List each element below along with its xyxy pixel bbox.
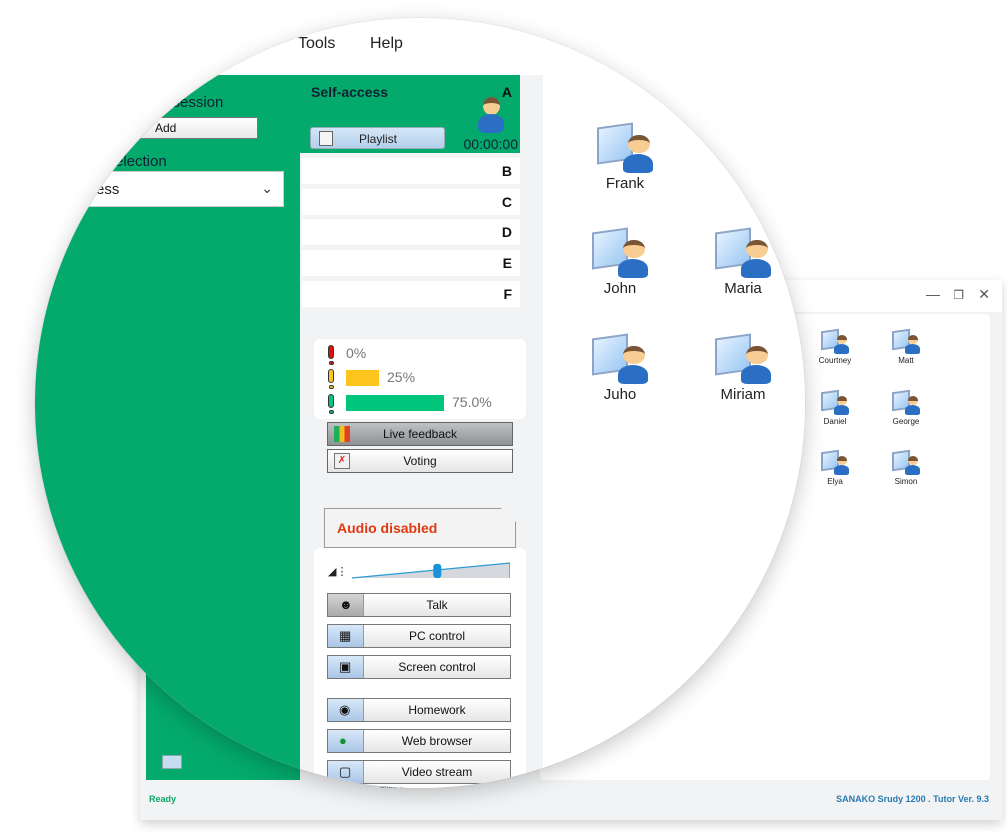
screen-control-button[interactable]: ▣ Screen control xyxy=(327,655,511,679)
student-frank[interactable]: Frank xyxy=(580,122,670,192)
menu-tools[interactable]: Tools xyxy=(298,35,335,53)
menu-help[interactable]: Help xyxy=(370,35,403,53)
voting-button[interactable]: ✗ Voting xyxy=(327,449,513,473)
student-computer-icon xyxy=(592,333,648,384)
feedback-percent: 75.0% xyxy=(452,394,492,410)
selection-dropdown[interactable]: ccess ⌄ xyxy=(40,171,284,207)
voting-icon: ✗ xyxy=(334,453,350,469)
backpack-icon: ◉ xyxy=(339,702,351,717)
exclamation-red-icon xyxy=(328,345,334,359)
version-label: SANAKO Srudy 1200 . Tutor Ver. 9.3 xyxy=(836,794,989,804)
user-avatar-icon xyxy=(476,97,506,135)
student-computer-icon xyxy=(821,389,849,415)
homework-button[interactable]: ◉ Homework xyxy=(327,698,511,722)
monitor-icon: ▣ xyxy=(339,659,352,674)
channel-a-title: Self-access xyxy=(311,84,389,100)
feedback-percent: 25% xyxy=(387,369,416,385)
pc-control-icon: ▦ xyxy=(339,628,352,643)
playlist-label: Playlist xyxy=(359,132,398,146)
status-ready: Ready xyxy=(149,794,177,804)
student-computer-icon xyxy=(592,227,648,278)
volume-slider[interactable] xyxy=(352,562,510,579)
channel-e[interactable]: E xyxy=(302,250,520,276)
speaker-icon: ◢⋮ xyxy=(328,566,348,578)
talk-button[interactable]: ☻ Talk xyxy=(327,593,511,617)
exclamation-green-icon xyxy=(328,394,334,408)
feedback-bar xyxy=(346,395,444,411)
restore-button[interactable]: ❐ xyxy=(953,288,964,302)
student-computer-icon xyxy=(892,389,920,415)
globe-icon: ● xyxy=(339,733,347,748)
minimize-button[interactable]: — xyxy=(926,286,940,302)
student-courtney-partial[interactable]: Cr xyxy=(704,125,794,192)
video-stream-button[interactable]: ▢ Video stream xyxy=(327,760,511,784)
student-daniel[interactable]: Daniel xyxy=(810,389,860,426)
channel-a[interactable]: Self-access A Playlist 00:00:00 xyxy=(300,75,520,153)
volume-knob[interactable] xyxy=(433,563,442,578)
playlist-button[interactable]: Playlist xyxy=(310,127,445,149)
student-maria[interactable]: Maria xyxy=(698,227,788,297)
web-browser-button[interactable]: ● Web browser xyxy=(327,729,511,753)
video-stream-icon: ▢ xyxy=(339,764,352,779)
student-courtney[interactable]: Courtney xyxy=(810,328,860,365)
chevron-down-icon: ⌄ xyxy=(261,180,273,196)
feedback-bar xyxy=(346,370,379,386)
student-juho[interactable]: Juho xyxy=(575,333,665,403)
magnifier: Tools Help or session Add election ccess… xyxy=(35,18,805,788)
student-george[interactable]: George xyxy=(881,389,931,426)
pen-icon[interactable] xyxy=(161,754,182,768)
student-john[interactable]: John xyxy=(575,227,665,297)
channel-f[interactable]: F xyxy=(302,281,520,307)
student-matt[interactable]: Matt xyxy=(881,328,931,365)
selection-value: ccess xyxy=(81,181,120,198)
session-label: or session xyxy=(155,94,224,111)
student-computer-icon xyxy=(892,449,920,475)
student-computer-icon xyxy=(892,328,920,354)
student-computer-icon xyxy=(597,122,653,173)
magnifier-doc-icon xyxy=(319,131,333,146)
channel-c[interactable]: C xyxy=(302,189,520,215)
audio-status: Audio disabled xyxy=(324,508,516,548)
close-button[interactable]: ✕ xyxy=(978,286,990,303)
selection-label: election xyxy=(115,153,167,170)
screen: — ❐ ✕ Courtney Matt Daniel George Elya S… xyxy=(0,0,1007,837)
live-feedback-button[interactable]: Live feedback xyxy=(327,422,513,446)
student-computer-icon xyxy=(715,227,771,278)
audio-status-text: Audio disabled xyxy=(337,520,438,536)
channel-a-timer: 00:00:00 xyxy=(463,136,519,152)
feedback-summary: 0% 25% 75.0% xyxy=(314,339,526,419)
feedback-percent: 0% xyxy=(346,345,367,361)
talk-icon: ☻ xyxy=(339,597,353,612)
student-elya[interactable]: Elya xyxy=(810,449,860,486)
menu-bar: Tools Help xyxy=(35,20,805,75)
student-simon[interactable]: Simon xyxy=(881,449,931,486)
channel-b[interactable]: B xyxy=(302,158,520,184)
channel-d[interactable]: D xyxy=(302,219,520,245)
add-button[interactable]: Add xyxy=(60,117,258,139)
student-computer-icon xyxy=(821,449,849,475)
student-computer-icon xyxy=(715,333,771,384)
student-miriam[interactable]: Miriam xyxy=(698,333,788,403)
student-computer-icon xyxy=(821,328,849,354)
traffic-light-icon xyxy=(334,426,350,442)
pc-control-button[interactable]: ▦ PC control xyxy=(327,624,511,648)
exclamation-yellow-icon xyxy=(328,369,334,383)
